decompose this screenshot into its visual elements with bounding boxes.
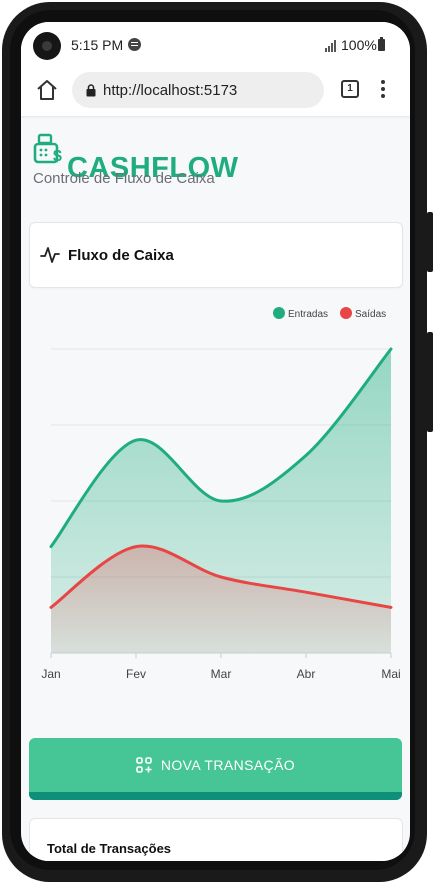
front-camera [33, 32, 61, 60]
legend-label-saidas: Saídas [355, 309, 386, 320]
x-tick-label: Mai [381, 667, 400, 681]
x-tick-label: Mar [211, 667, 232, 681]
total-transactions-card: Total de Transações [29, 818, 403, 861]
cashflow-card: Fluxo de Caixa [29, 222, 403, 288]
status-time: 5:15 PM [71, 37, 124, 53]
spotify-icon [128, 38, 141, 51]
button-base [29, 792, 402, 800]
total-transactions-title: Total de Transações [47, 841, 172, 856]
battery-percentage: 100% [341, 37, 377, 53]
battery-icon [378, 37, 385, 51]
x-tick-label: Abr [297, 667, 316, 681]
page-content: $ CASHFLOW Controle de Fluxo de Caixa Fl… [21, 116, 410, 861]
status-bar: 5:15 PM 100% [21, 22, 410, 68]
volume-button [427, 332, 433, 432]
activity-icon [40, 247, 60, 263]
tab-switcher-button[interactable]: 1 [341, 80, 359, 98]
address-bar[interactable]: http://localhost:5173 [72, 72, 324, 108]
browser-menu-icon[interactable] [381, 80, 385, 98]
svg-text:$: $ [53, 148, 62, 165]
x-tick-label: Jan [41, 667, 60, 681]
apps-add-icon [136, 757, 152, 773]
phone-frame: 5:15 PM 100% http://localhost:5173 1 $ C… [0, 0, 433, 884]
legend-label-entradas: Entradas [288, 309, 328, 320]
legend-marker-entradas [273, 307, 285, 319]
screen: 5:15 PM 100% http://localhost:5173 1 $ C… [21, 22, 410, 861]
power-button [427, 212, 433, 272]
cashflow-chart: Jan Fev Mar Abr Mai Entradas Saídas [41, 307, 401, 681]
browser-toolbar: http://localhost:5173 1 [21, 68, 410, 116]
cash-register-icon: $ [33, 133, 62, 165]
legend-marker-saidas [340, 307, 352, 319]
lock-icon [86, 84, 96, 97]
signal-icon [325, 40, 337, 52]
card-title: Fluxo de Caixa [68, 247, 174, 264]
app-subtitle: Controle de Fluxo de Caixa [33, 170, 215, 187]
home-icon[interactable] [35, 78, 59, 102]
url-text: http://localhost:5173 [103, 82, 238, 99]
new-transaction-button[interactable]: NOVA TRANSAÇÃO [29, 738, 402, 800]
new-transaction-label: NOVA TRANSAÇÃO [160, 757, 296, 773]
x-tick-label: Fev [126, 667, 146, 681]
